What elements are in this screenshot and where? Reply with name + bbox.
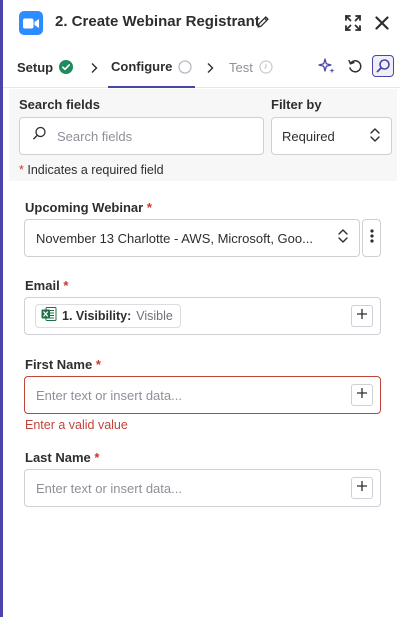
search-fields-label: Search fields (19, 97, 100, 112)
sort-arrows-icon (337, 228, 349, 249)
first-name-placeholder: Enter text or insert data... (36, 387, 182, 403)
pencil-icon[interactable] (255, 14, 271, 30)
email-field[interactable]: 1. Visibility: Visible (24, 297, 381, 335)
search-fields-box (19, 117, 264, 155)
sparkle-icon[interactable] (316, 55, 338, 77)
tab-setup[interactable]: Setup (17, 47, 74, 87)
search-icon (32, 126, 47, 146)
last-name-label-text: Last Name (25, 450, 91, 465)
search-icon[interactable] (372, 55, 394, 77)
required-star: * (63, 278, 69, 293)
plus-icon (356, 307, 368, 325)
required-note-text: Indicates a required field (27, 163, 164, 177)
field-filter-band: Search fields Filter by Required * Indic… (9, 89, 397, 181)
expand-icon[interactable] (343, 13, 363, 33)
search-input[interactable] (57, 128, 247, 144)
filter-by-value: Required (282, 128, 335, 144)
insert-data-button[interactable] (351, 477, 373, 499)
plus-icon (356, 386, 368, 404)
required-note: * Indicates a required field (19, 163, 164, 177)
tab-test[interactable]: Test (229, 47, 273, 87)
excel-icon (41, 306, 57, 327)
required-star: * (146, 200, 152, 215)
tab-configure[interactable]: Configure (108, 47, 196, 88)
more-options-button[interactable] (362, 219, 381, 257)
upcoming-webinar-label-text: Upcoming Webinar (25, 200, 144, 215)
step-tabs: Setup Configure Test (3, 47, 400, 88)
email-label-text: Email (25, 278, 60, 293)
panel-header: 2. Create Webinar Registrant (3, 0, 400, 46)
zoom-video-icon (19, 11, 43, 35)
plus-icon (356, 479, 368, 497)
upcoming-webinar-select[interactable]: November 13 Charlotte - AWS, Microsoft, … (24, 219, 360, 257)
mapped-data-pill[interactable]: 1. Visibility: Visible (35, 304, 181, 328)
chevron-right-icon (89, 61, 99, 73)
first-name-error: Enter a valid value (25, 418, 128, 432)
required-star: * (94, 450, 100, 465)
insert-data-button[interactable] (351, 305, 373, 327)
first-name-label: First Name * (25, 357, 101, 372)
last-name-field[interactable]: Enter text or insert data... (24, 469, 381, 507)
step-editor-panel: 2. Create Webinar Registrant Setup Confi… (3, 0, 400, 617)
filter-by-label: Filter by (271, 97, 322, 112)
upcoming-webinar-value: November 13 Charlotte - AWS, Microsoft, … (36, 230, 313, 246)
close-icon[interactable] (372, 13, 392, 33)
tab-setup-label: Setup (17, 59, 54, 75)
pill-step-label: 1. Visibility: (62, 309, 132, 323)
chevron-right-icon (205, 61, 215, 73)
step-title: 2. Create Webinar Registrant (55, 13, 260, 30)
last-name-label: Last Name * (25, 450, 99, 465)
pill-value: Visible (136, 309, 173, 323)
insert-data-button[interactable] (351, 384, 373, 406)
first-name-field[interactable]: Enter text or insert data... (24, 376, 381, 414)
tab-test-label: Test (229, 59, 253, 75)
email-label: Email * (25, 278, 68, 293)
tab-tools (316, 55, 394, 77)
pending-circle-icon (178, 59, 193, 74)
upcoming-webinar-label: Upcoming Webinar * (25, 200, 152, 215)
check-circle-icon (59, 60, 74, 74)
kebab-icon (369, 228, 374, 249)
clock-icon (259, 60, 273, 74)
tab-configure-label: Configure (111, 59, 173, 74)
required-star: * (95, 357, 101, 372)
sort-arrows-icon (369, 127, 381, 146)
refresh-icon[interactable] (344, 55, 366, 77)
filter-by-select[interactable]: Required (271, 117, 392, 155)
required-star: * (19, 163, 24, 177)
last-name-placeholder: Enter text or insert data... (36, 480, 182, 496)
first-name-label-text: First Name (25, 357, 93, 372)
